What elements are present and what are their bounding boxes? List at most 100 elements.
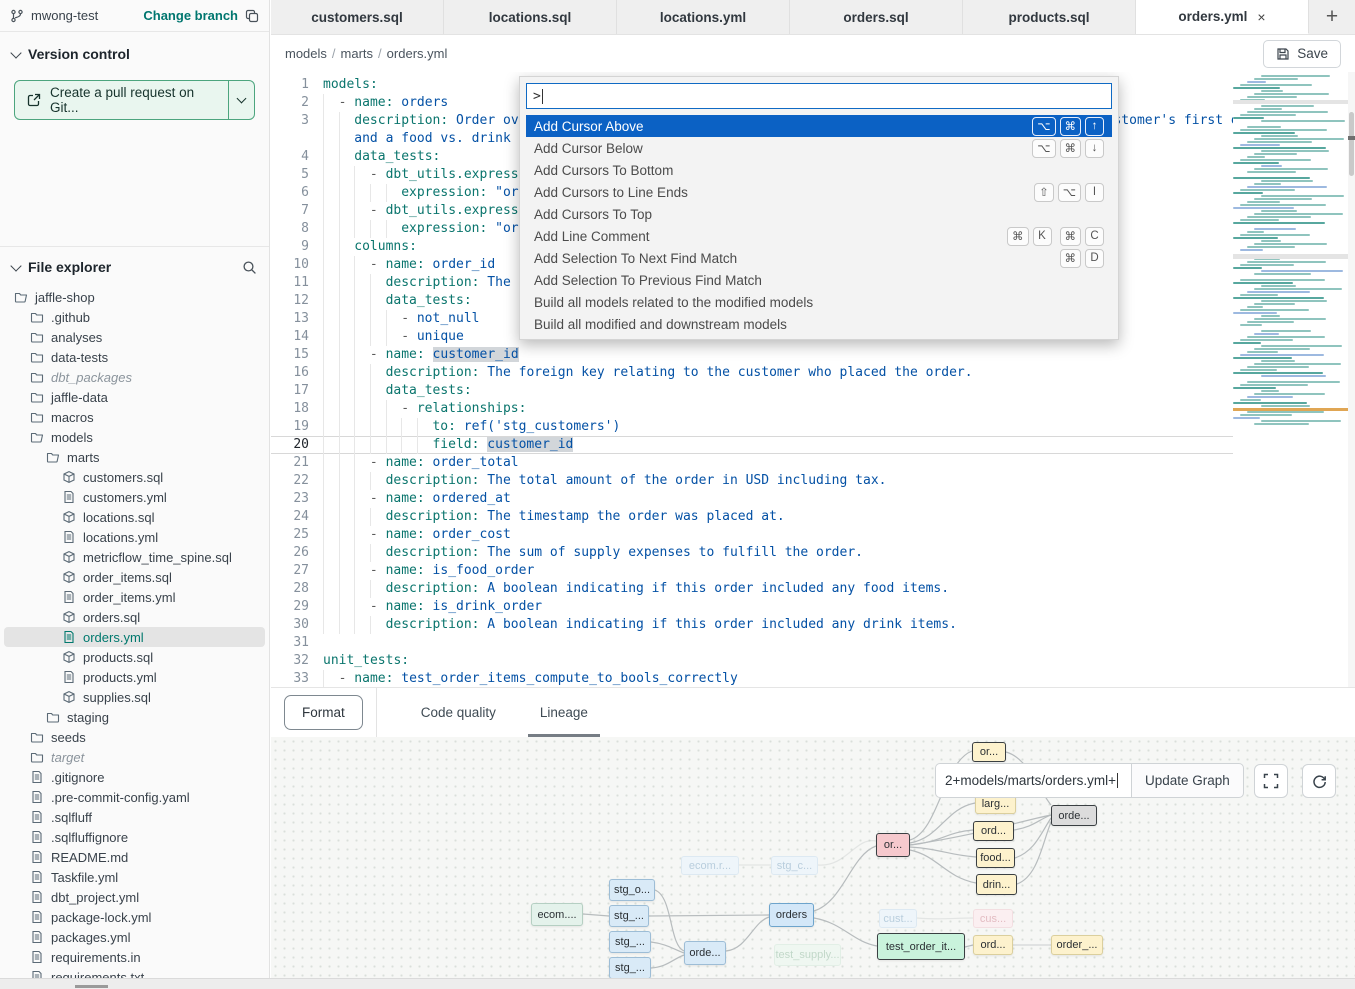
file-tree-item-seeds[interactable]: seeds <box>4 727 265 747</box>
file-tree-item-dbt_project.yml[interactable]: dbt_project.yml <box>4 887 265 907</box>
palette-item-add-cursors-to-bottom[interactable]: Add Cursors To Bottom <box>526 159 1112 181</box>
palette-item-add-cursor-below[interactable]: Add Cursor Below⌥⌘↓ <box>526 137 1112 159</box>
lineage-node-ecom-[interactable]: ecom.... <box>531 903 583 926</box>
code-editor[interactable]: 1models:2- name: orders3description: Ord… <box>271 72 1355 688</box>
file-tree-item-.gitignore[interactable]: .gitignore <box>4 767 265 787</box>
palette-item-build-all-modified-and-downstream-models[interactable]: Build all modified and downstream models <box>526 313 1112 335</box>
code-line-27[interactable]: 27- name: is_food_order <box>271 562 1348 580</box>
palette-item-add-selection-to-previous-find-match[interactable]: Add Selection To Previous Find Match <box>526 269 1112 291</box>
code-line-16[interactable]: 16description: The foreign key relating … <box>271 364 1348 382</box>
code-line-21[interactable]: 21- name: order_total <box>271 454 1348 472</box>
code-line-18[interactable]: 18- relationships: <box>271 400 1348 418</box>
new-tab-button[interactable]: + <box>1309 0 1355 34</box>
update-graph-button[interactable]: Update Graph <box>1131 763 1244 798</box>
breadcrumb-part[interactable]: models <box>285 46 327 61</box>
lineage-node-cus-[interactable]: cus... <box>973 909 1013 928</box>
scrollbar-thumb[interactable] <box>1349 112 1354 176</box>
create-pr-dropdown[interactable] <box>228 81 254 119</box>
code-line-22[interactable]: 22description: The total amount of the o… <box>271 472 1348 490</box>
file-tree-item-Taskfile.yml[interactable]: Taskfile.yml <box>4 867 265 887</box>
code-line-23[interactable]: 23- name: ordered_at <box>271 490 1348 508</box>
create-pr-button[interactable]: Create a pull request on Git... <box>15 81 228 119</box>
lineage-node-test_order_it-[interactable]: test_order_it... <box>877 933 965 960</box>
lineage-node-stg_c-[interactable]: stg_c... <box>771 856 818 875</box>
file-tree-item-order_items.yml[interactable]: order_items.yml <box>4 587 265 607</box>
horizontal-scrollbar-thumb[interactable] <box>75 985 108 988</box>
lineage-node-stg_-[interactable]: stg_... <box>609 931 651 953</box>
lineage-node-orders[interactable]: orders <box>769 903 814 927</box>
copy-icon[interactable] <box>245 9 259 23</box>
code-line-29[interactable]: 29- name: is_drink_order <box>271 598 1348 616</box>
file-tree-item-requirements.in[interactable]: requirements.in <box>4 947 265 967</box>
file-tree-item-macros[interactable]: macros <box>4 407 265 427</box>
bottom-tab-code-quality[interactable]: Code quality <box>421 688 496 737</box>
file-tree-item-.sqlfluff[interactable]: .sqlfluff <box>4 807 265 827</box>
lineage-node-orde-[interactable]: orde... <box>684 941 726 965</box>
bottom-tab-lineage[interactable]: Lineage <box>540 688 588 737</box>
file-tree-item-customers.sql[interactable]: customers.sql <box>4 467 265 487</box>
lineage-node-stg_-[interactable]: stg_... <box>609 905 649 927</box>
palette-item-add-cursor-above[interactable]: Add Cursor Above⌥⌘↑ <box>526 115 1112 137</box>
lineage-node-test_supply-[interactable]: test_supply... <box>774 944 841 966</box>
file-tree-item-analyses[interactable]: analyses <box>4 327 265 347</box>
lineage-node-ecom-r-[interactable]: ecom.r... <box>681 856 739 875</box>
file-tree-item-.sqlfluffignore[interactable]: .sqlfluffignore <box>4 827 265 847</box>
command-palette-input[interactable]: > <box>526 83 1112 109</box>
palette-item-build-all-models-related-to-the-modified-models[interactable]: Build all models related to the modified… <box>526 291 1112 313</box>
lineage-node-food-[interactable]: food... <box>976 848 1015 868</box>
lineage-canvas[interactable]: ecom....stg_o...stg_...stg_...stg_...ord… <box>271 737 1355 978</box>
search-icon[interactable] <box>242 260 257 275</box>
file-tree-item-data-tests[interactable]: data-tests <box>4 347 265 367</box>
code-line-32[interactable]: 32unit_tests: <box>271 652 1348 670</box>
tab-products.sql[interactable]: products.sql <box>963 0 1136 34</box>
code-line-24[interactable]: 24description: The timestamp the order w… <box>271 508 1348 526</box>
tab-locations.yml[interactable]: locations.yml <box>617 0 790 34</box>
lineage-node-stg_o-[interactable]: stg_o... <box>609 879 655 901</box>
file-tree-item-jaffle-data[interactable]: jaffle-data <box>4 387 265 407</box>
format-button[interactable]: Format <box>284 695 363 730</box>
save-button[interactable]: Save <box>1263 40 1341 68</box>
file-tree-item-orders.sql[interactable]: orders.sql <box>4 607 265 627</box>
version-control-header[interactable]: Version control <box>0 32 269 70</box>
palette-item-add-cursors-to-top[interactable]: Add Cursors To Top <box>526 203 1112 225</box>
lineage-node-or-[interactable]: or... <box>972 742 1006 762</box>
code-line-15[interactable]: 15- name: customer_id <box>271 346 1348 364</box>
code-line-31[interactable]: 31 <box>271 634 1348 652</box>
file-tree-item-.github[interactable]: .github <box>4 307 265 327</box>
tab-orders.yml[interactable]: orders.yml× <box>1136 0 1309 34</box>
file-tree-item-locations.sql[interactable]: locations.sql <box>4 507 265 527</box>
tab-orders.sql[interactable]: orders.sql <box>790 0 963 34</box>
palette-item-add-cursors-to-line-ends[interactable]: Add Cursors to Line Ends⇧⌥I <box>526 181 1112 203</box>
code-line-26[interactable]: 26description: The sum of supply expense… <box>271 544 1348 562</box>
file-tree-item-metricflow_time_spine.sql[interactable]: metricflow_time_spine.sql <box>4 547 265 567</box>
file-tree-item-packages.yml[interactable]: packages.yml <box>4 927 265 947</box>
lineage-node-ord-[interactable]: ord... <box>973 821 1014 841</box>
file-tree-item-order_items.sql[interactable]: order_items.sql <box>4 567 265 587</box>
lineage-node-drin-[interactable]: drin... <box>976 874 1017 895</box>
refresh-button[interactable] <box>1302 764 1336 798</box>
lineage-node-or-[interactable]: or... <box>876 833 910 857</box>
tab-locations.sql[interactable]: locations.sql <box>444 0 617 34</box>
code-line-28[interactable]: 28description: A boolean indicating if t… <box>271 580 1348 598</box>
palette-item-add-selection-to-next-find-match[interactable]: Add Selection To Next Find Match⌘D <box>526 247 1112 269</box>
file-explorer-header[interactable]: File explorer <box>0 246 269 283</box>
file-tree-item-target[interactable]: target <box>4 747 265 767</box>
file-tree-item-products.yml[interactable]: products.yml <box>4 667 265 687</box>
file-tree-item-staging[interactable]: staging <box>4 707 265 727</box>
lineage-node-cust-[interactable]: cust... <box>879 909 917 928</box>
lineage-node-order_-[interactable]: order_... <box>1051 935 1103 955</box>
lineage-node-orde-[interactable]: orde... <box>1051 805 1097 826</box>
file-tree-item-orders.yml[interactable]: orders.yml <box>4 627 265 647</box>
code-line-25[interactable]: 25- name: order_cost <box>271 526 1348 544</box>
lineage-selector-input[interactable]: 2+models/marts/orders.yml+ <box>935 763 1131 798</box>
file-tree-item-jaffle-shop[interactable]: jaffle-shop <box>4 287 265 307</box>
code-line-19[interactable]: 19to: ref('stg_customers') <box>271 418 1348 436</box>
file-tree-item-marts[interactable]: marts <box>4 447 265 467</box>
file-tree-item-models[interactable]: models <box>4 427 265 447</box>
editor-scrollbar[interactable] <box>1348 72 1355 688</box>
file-tree-item-package-lock.yml[interactable]: package-lock.yml <box>4 907 265 927</box>
tab-customers.sql[interactable]: customers.sql <box>271 0 444 34</box>
code-line-20[interactable]: 20field: customer_id <box>271 436 1348 454</box>
file-tree-item-customers.yml[interactable]: customers.yml <box>4 487 265 507</box>
palette-item-add-line-comment[interactable]: Add Line Comment⌘K⌘C <box>526 225 1112 247</box>
